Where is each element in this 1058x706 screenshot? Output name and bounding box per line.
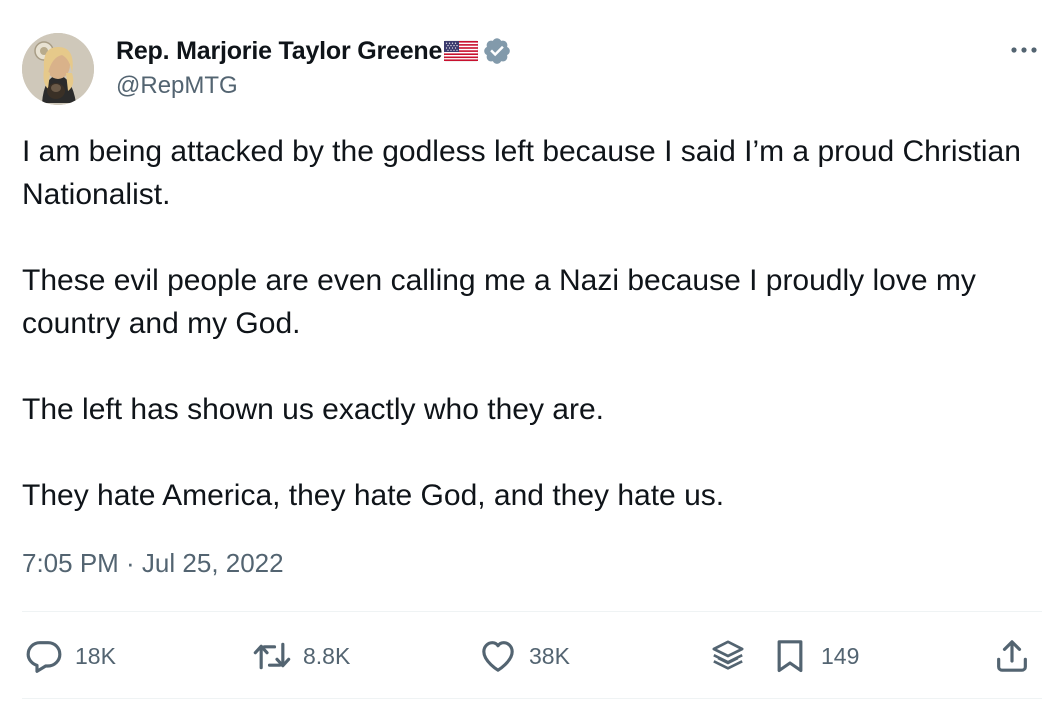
- bookmark-count: 149: [821, 642, 860, 669]
- reply-button[interactable]: 18K: [24, 636, 116, 676]
- retweet-count: 8.8K: [303, 642, 351, 669]
- tweet-paragraph: They hate America, they hate God, and th…: [22, 479, 725, 512]
- bookmark-button[interactable]: 149: [770, 636, 859, 676]
- author-handle[interactable]: @RepMTG: [116, 72, 238, 100]
- retweet-button[interactable]: 8.8K: [252, 636, 350, 676]
- heart-icon: [478, 636, 518, 676]
- verified-badge-icon[interactable]: [482, 36, 512, 66]
- us-flag-icon: [443, 39, 479, 63]
- share-button[interactable]: [992, 636, 1032, 676]
- tweet-paragraph: I am being attacked by the godless left …: [22, 135, 1021, 211]
- retweet-icon: [252, 636, 292, 676]
- like-count: 38K: [529, 642, 570, 669]
- reply-count: 18K: [75, 642, 116, 669]
- avatar-image: [22, 33, 94, 105]
- divider: [22, 611, 1042, 612]
- views-icon: [708, 636, 748, 676]
- tweet-timestamp[interactable]: 7:05 PM · Jul 25, 2022: [22, 548, 284, 579]
- views-button[interactable]: [708, 636, 748, 676]
- author-display-name[interactable]: Rep. Marjorie Taylor Greene: [116, 37, 442, 66]
- author-name-row[interactable]: Rep. Marjorie Taylor Greene: [116, 35, 512, 67]
- like-button[interactable]: 38K: [478, 636, 570, 676]
- tweet-text: I am being attacked by the godless left …: [22, 130, 1032, 517]
- more-options-icon[interactable]: [1004, 38, 1044, 62]
- tweet-paragraph: These evil people are even calling me a …: [22, 264, 976, 340]
- share-icon: [992, 636, 1032, 676]
- divider: [22, 698, 1042, 699]
- avatar[interactable]: [22, 33, 94, 105]
- tweet-paragraph: The left has shown us exactly who they a…: [22, 393, 604, 426]
- bookmark-icon: [770, 636, 810, 676]
- reply-icon: [24, 636, 64, 676]
- tweet-card: Rep. Marjorie Taylor Greene @RepMTG I am…: [0, 0, 1058, 706]
